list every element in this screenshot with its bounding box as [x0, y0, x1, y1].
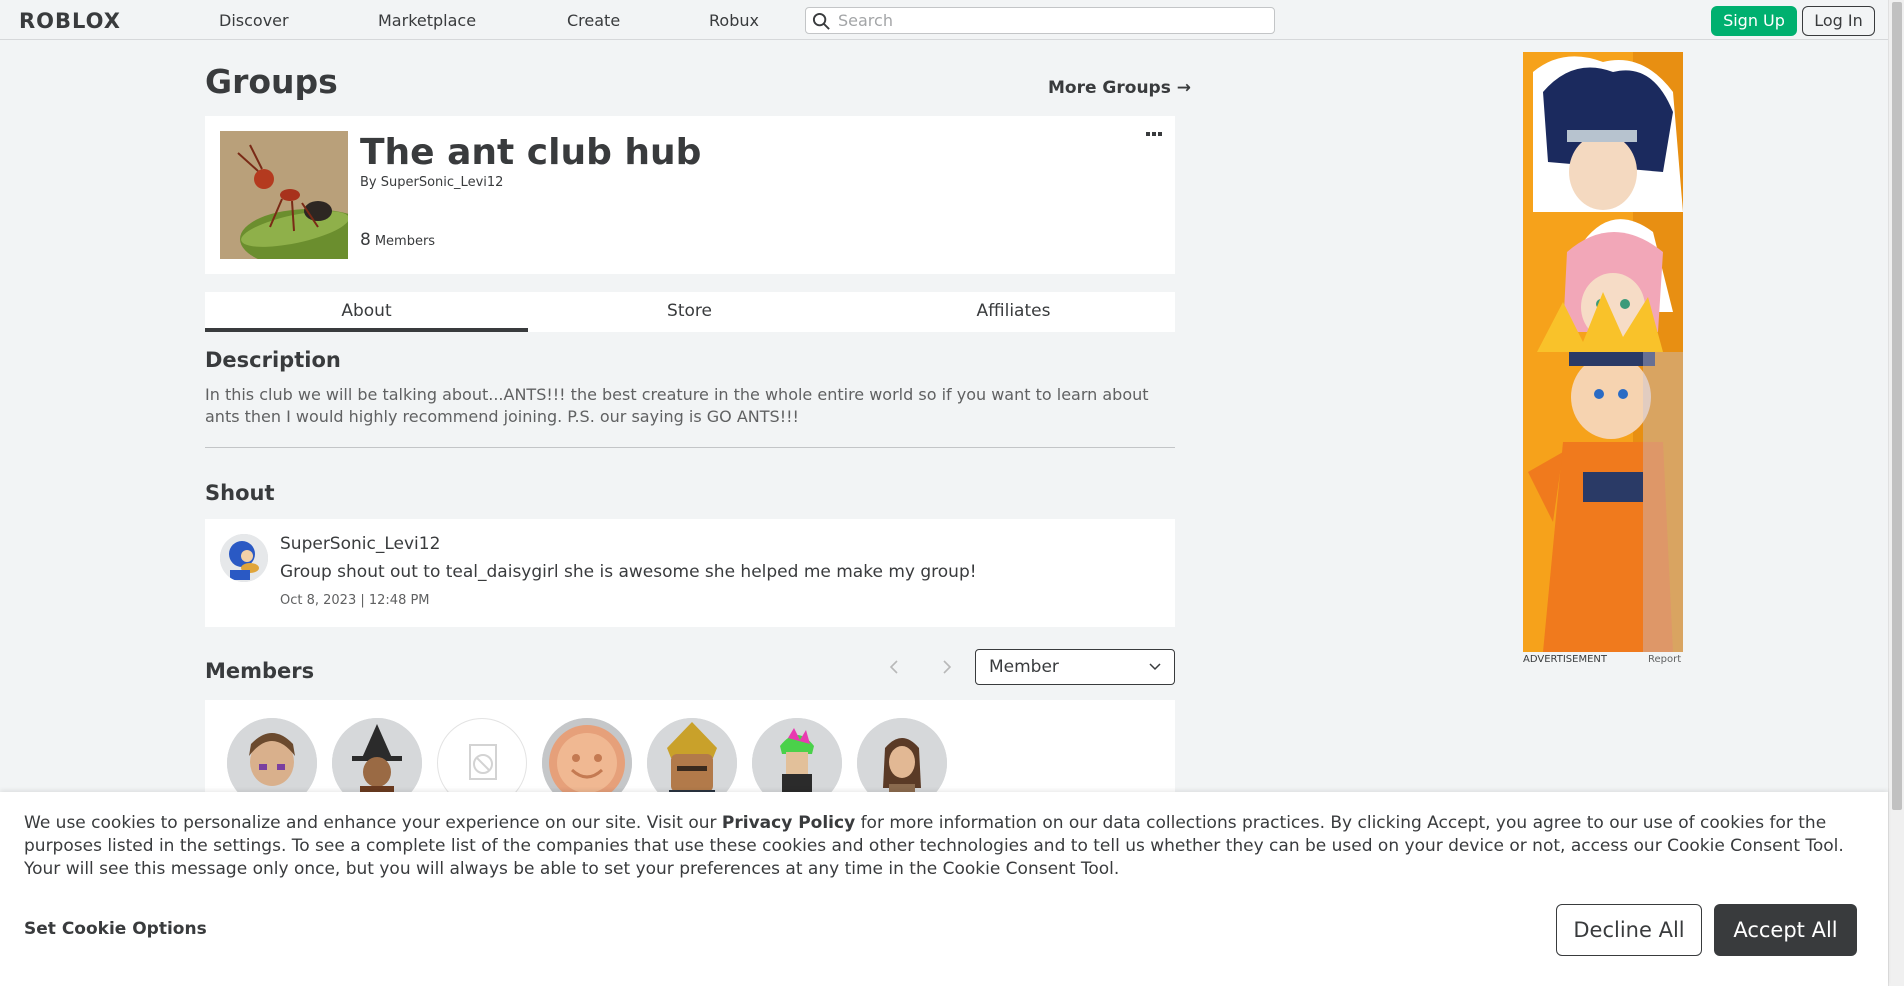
cookie-consent-banner: We use cookies to personalize and enhanc… [0, 792, 1888, 986]
group-name: The ant club hub [360, 132, 702, 173]
group-tabs: About Store Affiliates [205, 292, 1175, 332]
nav-robux[interactable]: Robux [709, 11, 759, 30]
nav-discover[interactable]: Discover [219, 11, 289, 30]
section-divider [205, 447, 1175, 448]
page-title: Groups [205, 62, 338, 101]
decline-all-button[interactable]: Decline All [1556, 904, 1702, 956]
shout-timestamp: Oct 8, 2023 | 12:48 PM [280, 593, 430, 608]
set-cookie-options-link[interactable]: Set Cookie Options [24, 919, 207, 939]
shout-card: SuperSonic_Levi12 Group shout out to tea… [205, 519, 1175, 627]
page-scrollbar[interactable] [1888, 0, 1904, 986]
group-member-count: 8 Members [360, 230, 435, 250]
accept-all-button[interactable]: Accept All [1714, 904, 1857, 956]
nav-marketplace[interactable]: Marketplace [378, 11, 476, 30]
log-in-button[interactable]: Log In [1802, 6, 1875, 36]
scrollbar-thumb[interactable] [1892, 2, 1902, 810]
description-text: In this club we will be talking about...… [205, 385, 1149, 426]
group-owner-line: By SuperSonic_Levi12 [360, 175, 503, 190]
description-heading: Description [205, 348, 341, 372]
group-emblem-image [220, 131, 348, 259]
shout-heading: Shout [205, 481, 275, 505]
roblox-logo[interactable]: ROBLOX [19, 9, 121, 33]
shout-author[interactable]: SuperSonic_Levi12 [280, 534, 440, 554]
search-box[interactable] [805, 7, 1275, 34]
role-dropdown-value: Member [989, 657, 1059, 677]
advertisement-label: ADVERTISEMENT [1523, 654, 1608, 665]
advertisement-banner[interactable] [1523, 52, 1683, 652]
chevron-right-icon[interactable] [941, 656, 953, 680]
group-header-card: The ant club hub By SuperSonic_Levi12 8M… [205, 116, 1175, 274]
nav-create[interactable]: Create [567, 11, 620, 30]
chevron-left-icon[interactable] [888, 656, 900, 680]
more-groups-link[interactable]: More Groups → [1048, 78, 1191, 98]
tab-about[interactable]: About [205, 292, 528, 332]
more-horizontal-icon[interactable] [1145, 126, 1163, 142]
privacy-policy-link[interactable]: Privacy Policy [722, 813, 855, 833]
top-navigation-bar: ROBLOX Discover Marketplace Create Robux… [0, 0, 1888, 40]
owner-prefix: By [360, 175, 377, 190]
member-role-dropdown[interactable]: Member [975, 649, 1175, 685]
cookie-message: We use cookies to personalize and enhanc… [24, 812, 1864, 881]
cookie-text-before: We use cookies to personalize and enhanc… [24, 813, 722, 833]
group-owner-link[interactable]: SuperSonic_Levi12 [381, 175, 504, 190]
tab-store[interactable]: Store [528, 292, 851, 332]
member-count-label: Members [374, 234, 436, 249]
search-icon [812, 12, 830, 30]
ad-report-link[interactable]: Report [1648, 654, 1681, 665]
members-heading: Members [205, 659, 315, 683]
shout-avatar[interactable] [220, 534, 268, 582]
tab-affiliates[interactable]: Affiliates [852, 292, 1175, 332]
chevron-down-icon [1149, 663, 1161, 671]
sign-up-button[interactable]: Sign Up [1711, 6, 1797, 36]
member-count-value: 8 [360, 230, 371, 250]
search-input[interactable] [838, 10, 1258, 31]
shout-message: Group shout out to teal_daisygirl she is… [280, 562, 977, 582]
